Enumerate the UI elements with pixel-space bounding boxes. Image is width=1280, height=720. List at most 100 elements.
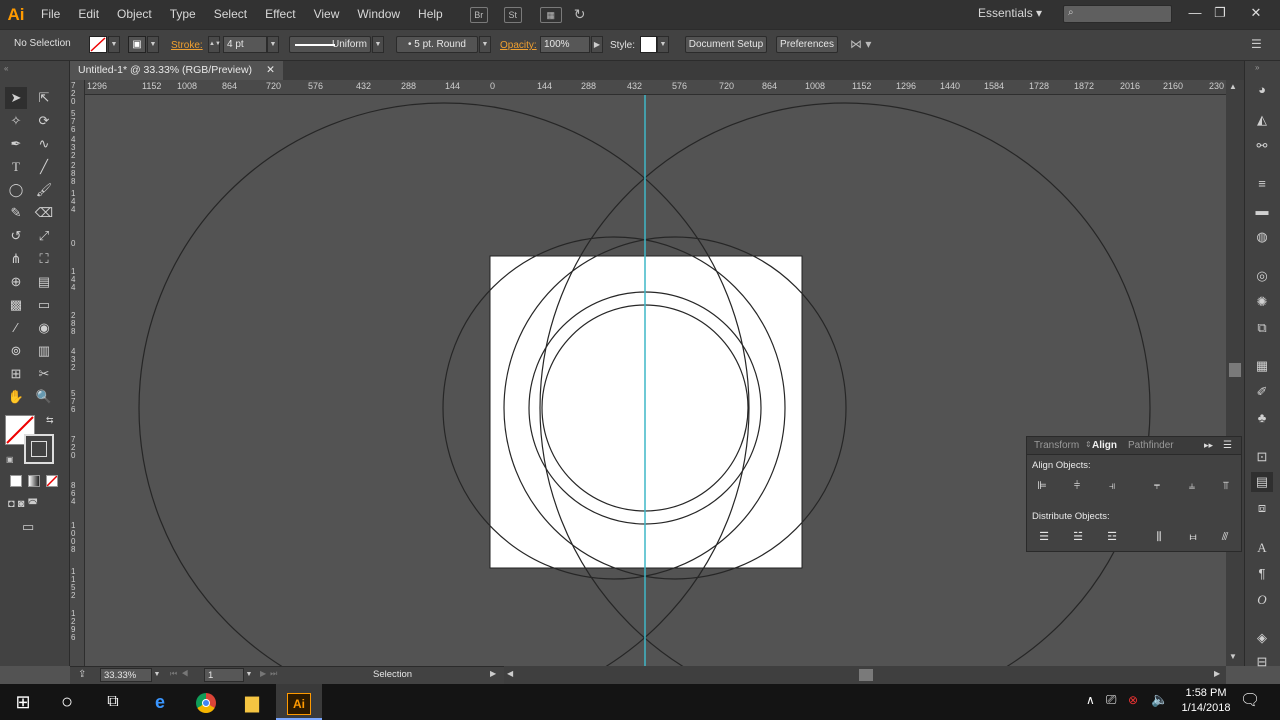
menu-help[interactable]: Help	[409, 0, 452, 29]
menu-type[interactable]: Type	[161, 0, 205, 29]
shaper-tool-icon[interactable]: ✎	[5, 202, 27, 224]
swap-colors-icon[interactable]: ⇆	[46, 415, 54, 426]
creative-cloud-libraries-icon[interactable]: ⚯	[1251, 136, 1273, 156]
fill-swatch[interactable]	[89, 36, 107, 53]
appearance-panel-icon[interactable]: ◎	[1251, 266, 1273, 286]
lasso-icon[interactable]: ⟳	[33, 110, 55, 132]
gradient-mode-icon[interactable]	[28, 475, 40, 487]
column-graph-icon[interactable]: ▥	[33, 340, 55, 362]
brush-dropdown[interactable]: ▼	[479, 36, 491, 53]
bridge-icon[interactable]: Br	[469, 6, 488, 23]
fill-dropdown[interactable]: ▼	[108, 36, 120, 53]
opentype-panel-icon[interactable]: O	[1251, 590, 1273, 610]
stroke-weight-field[interactable]: 4 pt	[223, 36, 267, 53]
panel-menu-icon[interactable]: ☰	[1223, 440, 1232, 451]
collapse-panel-icon[interactable]: ▸▸	[1204, 440, 1213, 451]
arrange-icon[interactable]: ⋈ ▾	[850, 37, 871, 51]
share-icon[interactable]: ⇪	[78, 669, 86, 680]
opacity-field[interactable]: 100%	[540, 36, 590, 53]
vertical-scrollbar[interactable]: ▲ ▼	[1226, 80, 1244, 666]
canvas[interactable]	[85, 95, 1226, 666]
pen-tool-icon[interactable]: ✒	[5, 133, 27, 155]
stroke-color-box[interactable]	[24, 434, 54, 464]
selection-tool-icon[interactable]: ➤	[5, 87, 27, 109]
brush-definition[interactable]: • 5 pt. Round	[396, 36, 478, 53]
zoom-field[interactable]: 33.33%	[100, 668, 152, 682]
scroll-left-arrow[interactable]: ◀	[507, 669, 513, 678]
distribute-vertical-center-icon[interactable]: ☱	[1069, 529, 1087, 545]
graphic-style-swatch[interactable]	[640, 36, 657, 53]
close-button[interactable]: ✕	[1245, 4, 1267, 22]
vertical-scroll-thumb[interactable]	[1229, 363, 1241, 377]
eyedropper-icon[interactable]: ⁄	[5, 317, 27, 339]
stroke-label[interactable]: Stroke:	[171, 40, 203, 51]
tab-transform[interactable]: Transform	[1034, 440, 1079, 451]
drawing-modes-icon[interactable]: ◘ ◙ ◚	[8, 497, 38, 510]
curvature-tool-icon[interactable]: ∿	[33, 133, 55, 155]
mesh-tool-icon[interactable]: ▩	[5, 294, 27, 316]
distribute-left-icon[interactable]: ⫼	[1150, 529, 1168, 545]
stroke-color-dropdown[interactable]: ▼	[147, 36, 159, 53]
close-tab-icon[interactable]: ✕	[266, 61, 275, 80]
edge-browser-icon[interactable]: e	[137, 684, 183, 720]
align-bottom-icon[interactable]: ⫪	[1217, 478, 1235, 494]
notifications-icon[interactable]: 🗨	[1240, 690, 1260, 710]
menu-select[interactable]: Select	[205, 0, 256, 29]
next-artboard-icons[interactable]: ▶⏭	[260, 669, 281, 679]
expand-icon[interactable]: »	[1255, 63, 1259, 72]
artboard[interactable]	[489, 255, 803, 569]
gradient-tool-icon[interactable]: ▭	[33, 294, 55, 316]
stroke-weight-dropdown[interactable]: ▼	[267, 36, 279, 53]
rotate-tool-icon[interactable]: ↺	[5, 225, 27, 247]
status-menu-arrow[interactable]: ▶	[490, 669, 496, 678]
graphic-styles-icon[interactable]: ✺	[1251, 292, 1273, 312]
task-view-icon[interactable]: ⧉	[90, 684, 136, 720]
default-colors-icon[interactable]: ▣	[6, 455, 14, 464]
layers-panel-icon[interactable]: ◈	[1251, 628, 1273, 648]
zoom-tool-icon[interactable]: 🔍	[33, 386, 55, 408]
chrome-browser-icon[interactable]	[183, 684, 229, 720]
menu-window[interactable]: Window	[348, 0, 409, 29]
gradient-panel-icon[interactable]: ▬	[1251, 201, 1273, 221]
align-right-icon[interactable]: ⫣	[1103, 478, 1121, 494]
control-panel-menu-icon[interactable]: ☰	[1251, 37, 1262, 51]
file-explorer-icon[interactable]: ▆	[229, 684, 275, 720]
transparency-panel-icon[interactable]: ◍	[1251, 227, 1273, 247]
ellipse-tool-icon[interactable]: ◯	[5, 179, 27, 201]
zoom-dropdown[interactable]: ▼	[152, 668, 162, 682]
artboard-field[interactable]: 1	[204, 668, 244, 682]
brushes-panel-icon[interactable]: ✐	[1251, 382, 1273, 402]
minimize-button[interactable]: —	[1184, 4, 1206, 22]
stroke-panel-icon[interactable]: ≡	[1251, 174, 1273, 194]
pathfinder-panel-icon[interactable]: ⧈	[1251, 498, 1273, 518]
prev-artboard-icons[interactable]: ⏮◀	[170, 669, 192, 679]
artboard-tool-icon[interactable]: ⊞	[5, 363, 27, 385]
none-mode-icon[interactable]	[46, 475, 58, 487]
workspace-switcher[interactable]: Essentials ▾	[978, 6, 1042, 20]
eraser-icon[interactable]: ⌫	[33, 202, 55, 224]
free-transform-icon[interactable]: ⛶	[33, 248, 55, 270]
stock-icon[interactable]: St	[503, 6, 522, 23]
collapse-icon[interactable]: «	[4, 64, 8, 73]
align-left-icon[interactable]: ⊫	[1033, 478, 1051, 494]
align-vertical-center-icon[interactable]: ⫨	[1183, 478, 1201, 494]
align-horizontal-center-icon[interactable]: ⫩	[1068, 478, 1086, 494]
type-tool-icon[interactable]: T	[5, 156, 27, 178]
scroll-up-arrow[interactable]: ▲	[1229, 82, 1237, 91]
gpu-performance-icon[interactable]: ↻	[574, 6, 586, 23]
menu-view[interactable]: View	[305, 0, 349, 29]
hand-tool-icon[interactable]: ✋	[5, 386, 27, 408]
volume-icon[interactable]: 🔈	[1151, 691, 1168, 708]
perspective-grid-icon[interactable]: ▤	[33, 271, 55, 293]
search-input[interactable]: ⌕	[1063, 5, 1172, 23]
menu-file[interactable]: File	[32, 0, 69, 29]
document-tab[interactable]: Untitled-1* @ 33.33% (RGB/Preview) ✕	[70, 61, 283, 80]
variable-width-profile[interactable]: Uniform	[289, 36, 371, 53]
shape-builder-icon[interactable]: ⊕	[5, 271, 27, 293]
battery-warning-icon[interactable]: ⊗	[1128, 693, 1138, 707]
distribute-right-icon[interactable]: ⫻	[1216, 529, 1234, 545]
color-mode-icon[interactable]	[10, 475, 22, 487]
cortana-icon[interactable]: ○	[44, 684, 90, 720]
direct-selection-tool-icon[interactable]: ⇱	[33, 87, 55, 109]
line-tool-icon[interactable]: ╱	[33, 156, 55, 178]
